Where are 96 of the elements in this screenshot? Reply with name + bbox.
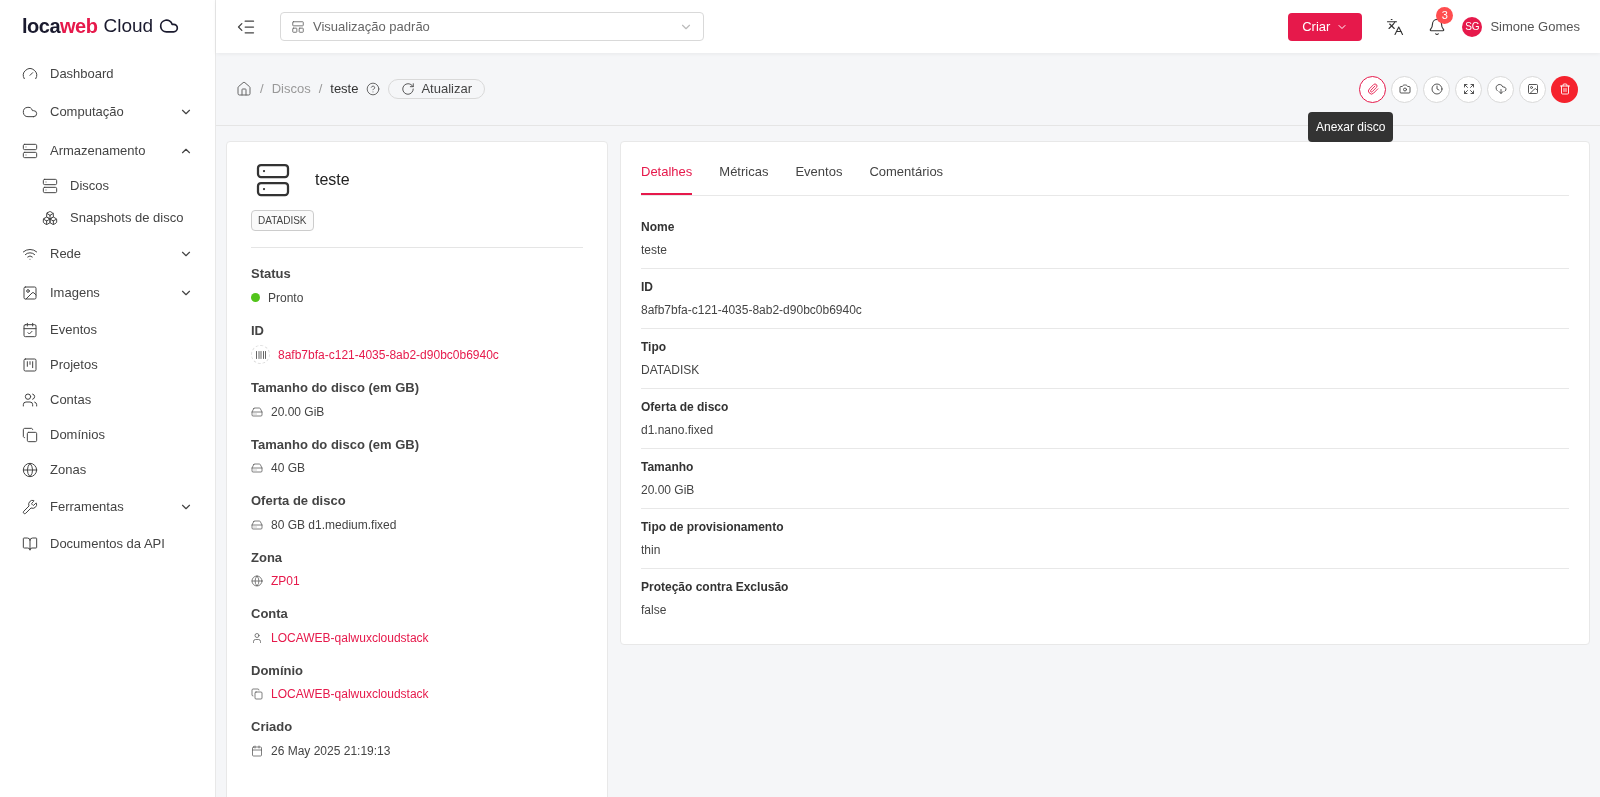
image-icon: [22, 284, 38, 301]
field-label: ID: [251, 321, 265, 340]
sidebar-subitem[interactable]: Discos: [0, 170, 215, 202]
detail-label: Nome: [641, 218, 676, 236]
storage-icon: [42, 178, 58, 194]
trash-icon: [1558, 83, 1571, 95]
field-value: Pronto: [268, 289, 304, 307]
breadcrumb-item: teste: [330, 80, 359, 99]
cloud-logo-icon: [159, 16, 180, 36]
refresh-icon: [401, 82, 416, 96]
sidebar-subitem[interactable]: Snapshots de disco: [0, 202, 215, 234]
detail-value: thin: [641, 541, 662, 559]
sidebar-item[interactable]: Eventos: [0, 312, 215, 347]
detail-label: Tipo: [641, 338, 668, 356]
tab[interactable]: Eventos: [795, 156, 843, 195]
action-button[interactable]: [1359, 75, 1386, 103]
detail-value: false: [641, 601, 668, 619]
type-tag: DATADISK: [251, 210, 314, 231]
field-label: Tamanho do disco (em GB): [251, 379, 421, 397]
gauge-icon: [22, 66, 38, 82]
sidebar-item[interactable]: Armazenamento: [0, 133, 215, 168]
copy-icon: [251, 688, 263, 700]
disk-name: teste: [315, 170, 350, 190]
camera-icon: [1398, 83, 1411, 95]
sidebar-item[interactable]: Zonas: [0, 452, 215, 487]
field-label: Tamanho do disco (em GB): [251, 435, 421, 454]
tooltip: Anexar disco: [1308, 111, 1394, 142]
detail-value: DATADISK: [641, 361, 701, 379]
logo-brand: locaweb: [22, 14, 98, 39]
storage-icon: [255, 162, 291, 198]
blocks-icon: [42, 210, 58, 226]
tab[interactable]: Métricas: [719, 156, 769, 195]
sidebar-item[interactable]: Ferramentas: [0, 489, 215, 524]
field-value: 40 GB: [271, 460, 306, 477]
expand-icon: [1462, 83, 1475, 95]
sidebar-item[interactable]: Domínios: [0, 417, 215, 452]
help-icon[interactable]: [366, 82, 381, 96]
field-label: Conta: [251, 605, 289, 623]
copy-icon: [22, 426, 38, 443]
field-label: Zona: [251, 548, 284, 567]
sidebar-item[interactable]: Documentos da API: [0, 526, 215, 561]
sidebar-item[interactable]: Imagens: [0, 275, 215, 310]
sidebar-item[interactable]: Computação: [0, 94, 215, 129]
detail-label: Tamanho: [641, 458, 695, 476]
tab[interactable]: Detalhes: [641, 156, 693, 195]
image-icon: [1526, 83, 1539, 95]
calendar-icon: [251, 744, 263, 757]
users-icon: [22, 391, 38, 408]
field-value: 26 May 2025 21:19:13: [271, 742, 391, 760]
delete-button[interactable]: [1551, 75, 1578, 103]
home-icon[interactable]: [236, 81, 252, 97]
board-icon: [22, 356, 38, 373]
field-value[interactable]: ZP01: [271, 572, 300, 590]
sidebar-item[interactable]: Rede: [0, 236, 215, 271]
field-value[interactable]: LOCAWEB-qalwuxcloudstack: [271, 628, 429, 647]
book-icon: [22, 535, 38, 552]
calendar-icon: [22, 321, 38, 338]
storage-icon: [22, 142, 38, 159]
detail-label: Tipo de provisionamento: [641, 518, 785, 536]
detail-label: ID: [641, 278, 654, 296]
wrench-icon: [22, 498, 38, 515]
globe-icon: [251, 575, 263, 587]
sidebar-item[interactable]: Dashboard: [0, 56, 215, 92]
view-select[interactable]: Visualização padrão: [280, 12, 704, 41]
field-value: 80 GB d1.medium.fixed: [271, 516, 397, 534]
field-value[interactable]: LOCAWEB-qalwuxcloudstack: [271, 685, 429, 703]
globe-icon: [22, 461, 38, 478]
sidebar-item[interactable]: Projetos: [0, 347, 215, 382]
detail-label: Oferta de disco: [641, 398, 730, 416]
bell-icon[interactable]: [1428, 17, 1447, 36]
notification-count: 3: [1436, 6, 1454, 24]
field-value[interactable]: 8afb7bfa-c121-4035-8ab2-d90bc0b6940c: [278, 345, 499, 364]
detail-value: d1.nano.fixed: [641, 421, 715, 439]
user-name[interactable]: Simone Gomes: [1490, 16, 1580, 37]
create-button[interactable]: Criar: [1288, 12, 1363, 41]
field-label: Status: [251, 265, 292, 283]
field-label: Domínio: [251, 661, 304, 680]
detail-value: teste: [641, 241, 668, 259]
field-value: 20.00 GiB: [271, 403, 325, 421]
breadcrumb-separator: /: [260, 80, 264, 99]
paperclip-icon: [1366, 83, 1379, 95]
tab[interactable]: Comentários: [869, 156, 944, 195]
detail-value: 20.00 GiB: [641, 481, 696, 499]
user-icon: [251, 631, 263, 644]
translate-icon[interactable]: [1386, 17, 1405, 36]
user-avatar[interactable]: SG: [1462, 16, 1483, 37]
board-icon: [291, 19, 305, 34]
clock-icon: [1430, 83, 1443, 95]
field-label: Oferta de disco: [251, 492, 347, 510]
field-label: Criado: [251, 718, 294, 736]
detail-value: 8afb7bfa-c121-4035-8ab2-d90bc0b6940c: [641, 301, 863, 319]
sidebar-item[interactable]: Contas: [0, 382, 215, 417]
breadcrumb-separator: /: [318, 80, 323, 99]
cloud-icon: [1494, 83, 1507, 95]
logo-product: Cloud: [103, 13, 154, 38]
detail-label: Proteção contra Exclusão: [641, 578, 790, 596]
